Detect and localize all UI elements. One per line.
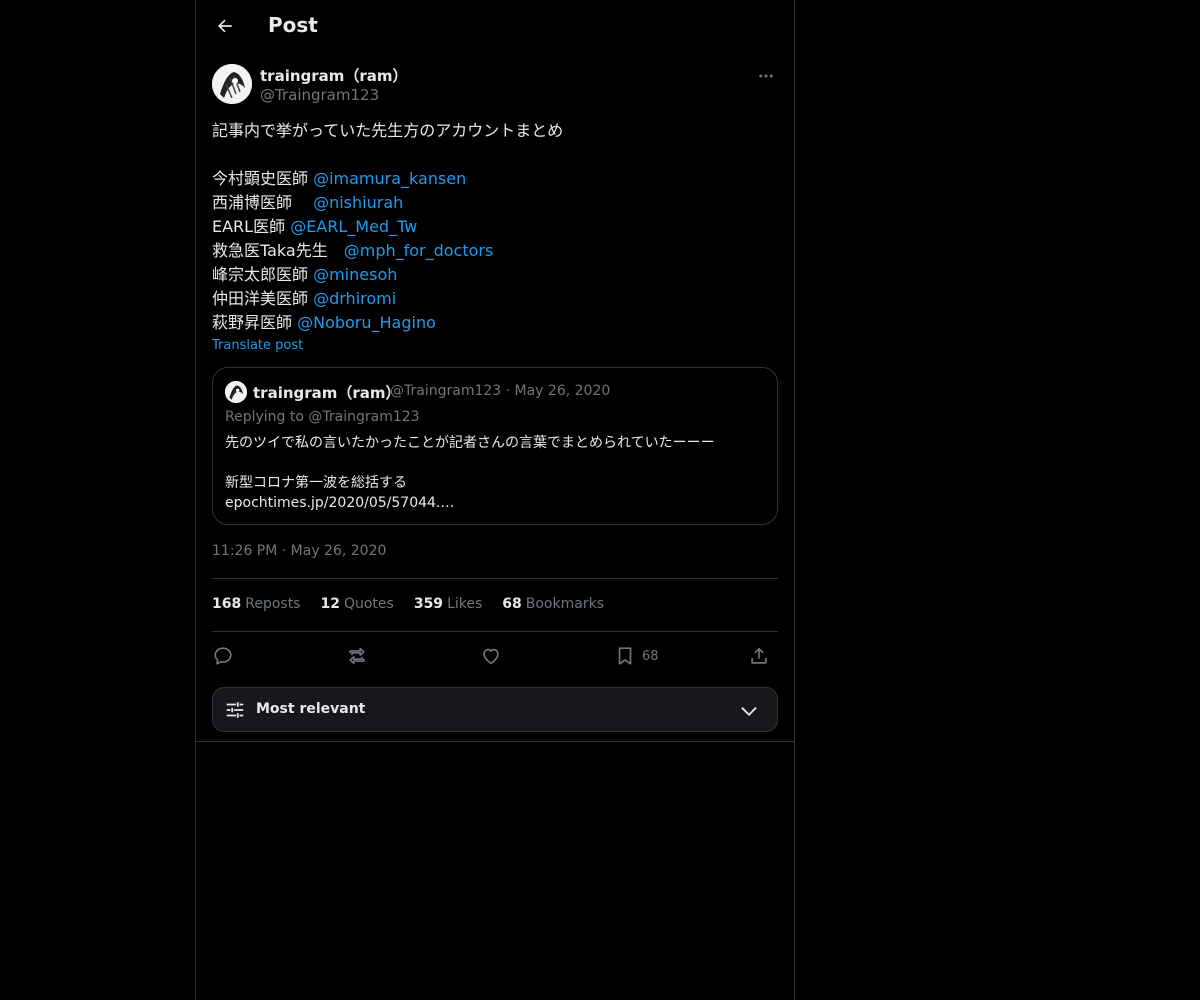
translate-post-link[interactable]: Translate post [212, 338, 303, 353]
post-actions: 68 [212, 640, 778, 672]
account-line: 今村顕史医師 @imamura_kansen [212, 167, 778, 191]
mention-link[interactable]: @EARL_Med_Tw [290, 217, 417, 236]
like-button[interactable] [480, 642, 502, 670]
mention-link[interactable]: @minesoh [313, 265, 397, 284]
mention-link[interactable]: @drhiromi [313, 289, 396, 308]
quoted-line: 先のツイで私の言いたかったことが記者さんの言葉でまとめられていたーーー [225, 435, 715, 451]
bookmark-count: 68 [642, 648, 659, 664]
replies-sort-dropdown[interactable]: Most relevant [212, 687, 778, 732]
likes-label: Likes [447, 596, 483, 612]
quotes-label: Quotes [343, 596, 394, 612]
mention-link[interactable]: @mph_for_doctors [344, 241, 494, 260]
quoted-meta: @Traingram123 · May 26, 2020 [390, 383, 611, 399]
reposts-label: Reposts [245, 596, 301, 612]
back-arrow-icon [218, 19, 232, 33]
divider [212, 578, 778, 579]
account-line: EARL医師 @EARL_Med_Tw [212, 215, 778, 239]
sort-label: Most relevant [256, 701, 366, 717]
quoted-line: epochtimes.jp/2020/05/57044.… [225, 495, 455, 511]
replying-to: Replying to @Traingram123 [225, 409, 420, 425]
account-label: 西浦博医師 [212, 193, 314, 212]
account-line: 仲田洋美医師 @drhiromi [212, 287, 778, 311]
avatar[interactable] [212, 64, 252, 104]
main-column: Post traingram（ram） @Traingram123 記事内で挙が… [195, 0, 795, 1000]
account-label: 救急医Taka先生 [212, 241, 344, 260]
reply-icon [214, 647, 232, 665]
reposts-count: 168 [212, 596, 242, 612]
quoted-avatar [225, 381, 247, 403]
post-text: 記事内で挙がっていた先生方のアカウントまとめ 今村顕史医師 @imamura_k… [212, 119, 778, 335]
page-header: Post [196, 0, 794, 54]
divider [196, 741, 794, 742]
quoted-display-name: traingram（ram） [253, 384, 401, 402]
author-display-name[interactable]: traingram（ram） [260, 65, 408, 86]
bookmarks-stat[interactable]: 68 Bookmarks [502, 596, 604, 612]
mention-link[interactable]: @Noboru_Hagino [297, 313, 436, 332]
post-author: traingram（ram） @Traingram123 [212, 64, 778, 108]
account-line: 救急医Taka先生 @mph_for_doctors [212, 239, 778, 263]
bookmarks-label: Bookmarks [525, 596, 604, 612]
back-button[interactable] [208, 9, 242, 43]
share-button[interactable] [748, 642, 770, 670]
reposts-stat[interactable]: 168 Reposts [212, 596, 300, 612]
account-label: 今村顕史医師 [212, 169, 314, 188]
bookmarks-count: 68 [502, 596, 522, 612]
like-icon [483, 648, 499, 665]
account-label: 萩野昇医師 [212, 313, 298, 332]
chevron-down-icon [741, 707, 757, 717]
sliders-icon [226, 702, 244, 718]
avatar-image [212, 64, 252, 104]
account-line: 西浦博医師 @nishiurah [212, 191, 778, 215]
mention-link[interactable]: @nishiurah [313, 193, 403, 212]
post-intro: 記事内で挙がっていた先生方のアカウントまとめ [212, 121, 564, 140]
more-icon [759, 74, 773, 78]
share-icon [751, 647, 767, 664]
author-handle[interactable]: @Traingram123 [260, 86, 379, 104]
likes-stat[interactable]: 359 Likes [414, 596, 482, 612]
quoted-post[interactable]: traingram（ram） @Traingram123 · May 26, 2… [212, 367, 778, 525]
quoted-line: 新型コロナ第一波を総括する [225, 475, 407, 491]
account-line: 峰宗太郎医師 @minesoh [212, 263, 778, 287]
quotes-count: 12 [320, 596, 340, 612]
avatar-image [225, 381, 247, 403]
account-label: EARL医師 [212, 217, 291, 236]
quotes-stat[interactable]: 12 Quotes [320, 596, 393, 612]
repost-icon [349, 647, 365, 665]
post-stats: 168 Reposts 12 Quotes 359 Likes 68 Bookmarks [212, 596, 604, 612]
quoted-text: 先のツイで私の言いたかったことが記者さんの言葉でまとめられていたーーー 新型コロ… [225, 433, 765, 513]
bookmark-button[interactable]: 68 [614, 642, 659, 670]
account-line: 萩野昇医師 @Noboru_Hagino [212, 311, 778, 335]
quoted-line [225, 453, 765, 473]
page-title: Post [268, 13, 318, 37]
mention-link[interactable]: @imamura_kansen [313, 169, 466, 188]
more-options-button[interactable] [754, 64, 778, 88]
repost-button[interactable] [346, 642, 368, 670]
account-label: 峰宗太郎医師 [212, 265, 314, 284]
post-timestamp[interactable]: 11:26 PM · May 26, 2020 [212, 543, 386, 559]
account-label: 仲田洋美医師 [212, 289, 314, 308]
divider [212, 631, 778, 632]
likes-count: 359 [413, 596, 444, 612]
reply-button[interactable] [212, 642, 234, 670]
bookmark-icon [618, 647, 632, 665]
